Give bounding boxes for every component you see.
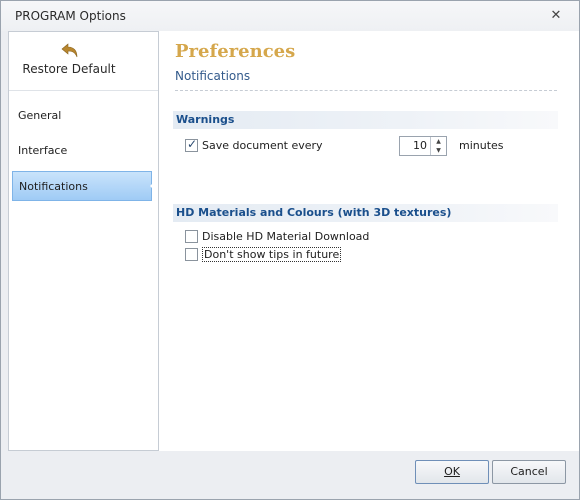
disable-hd-label: Disable HD Material Download [202,229,370,243]
save-document-checkbox[interactable] [185,137,198,152]
restore-default-label: Restore Default [22,62,116,76]
save-document-row[interactable]: Save document every [185,137,323,153]
options-window: PROGRAM Options ✕ Restore Default Genera… [0,0,580,500]
sidebar-item-label: Notifications [19,180,88,193]
sidebar-item-interface[interactable]: Interface [12,136,156,166]
sidebar-divider [9,90,158,91]
spin-up-icon[interactable]: ▲ [431,137,446,146]
disable-hd-checkbox[interactable] [185,229,198,243]
stepper-buttons: ▲ ▼ [430,137,446,155]
interval-stepper[interactable]: 10 ▲ ▼ [399,136,447,156]
hd-section-heading: HD Materials and Colours (with 3D textur… [173,204,558,222]
interval-value[interactable]: 10 [400,137,430,155]
window-title: PROGRAM Options [15,9,126,23]
ok-button[interactable]: OK [415,460,489,484]
dont-show-tips-checkbox[interactable] [185,247,198,261]
sidebar-item-notifications[interactable]: Notifications [12,171,158,201]
content-panel: Preferences Notifications Warnings Save … [159,31,579,451]
restore-default-button[interactable]: Restore Default [9,32,158,92]
undo-arrow-icon [61,43,78,58]
dont-show-tips-label: Don't show tips in future [202,246,342,262]
title-divider [175,90,557,91]
close-icon[interactable]: ✕ [548,8,564,24]
sidebar-item-label: Interface [18,144,68,157]
dont-show-tips-row[interactable]: Don't show tips in future [185,246,342,262]
warnings-section-heading: Warnings [173,111,558,129]
sidebar-item-label: General [18,109,62,122]
cancel-button[interactable]: Cancel [492,460,566,484]
interval-unit: minutes [459,139,504,152]
disable-hd-row[interactable]: Disable HD Material Download [185,228,369,244]
ok-label: OK [444,465,460,478]
sidebar-item-general[interactable]: General [12,101,156,131]
save-document-label: Save document every [202,138,323,152]
page-subtitle: Notifications [175,69,251,83]
sidebar: Restore Default General Interface Notifi… [8,31,159,451]
spin-down-icon[interactable]: ▼ [431,146,446,155]
cancel-label: Cancel [510,465,548,478]
title-bar: PROGRAM Options ✕ [1,1,579,31]
page-title: Preferences [175,41,296,62]
